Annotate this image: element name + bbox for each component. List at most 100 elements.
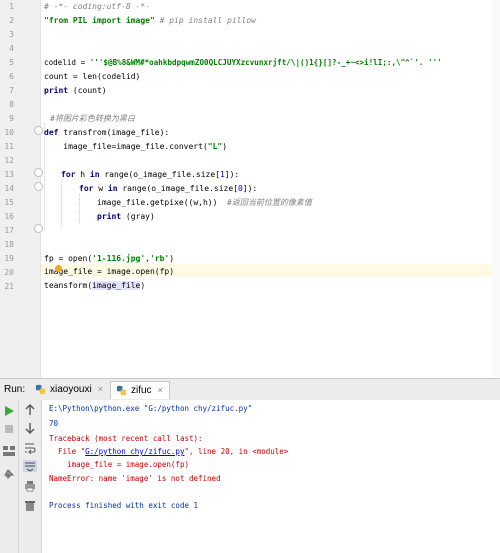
layout-icon[interactable] <box>3 446 15 456</box>
code-text: count = len(codelid) <box>44 72 141 81</box>
line-number: 1 <box>9 2 14 11</box>
lightbulb-icon[interactable] <box>55 265 62 272</box>
line-number: 15 <box>4 198 14 207</box>
exit-status: Process finished with exit code 1 <box>49 501 199 510</box>
line-number: 14 <box>4 184 14 193</box>
comment: # -*- coding:utf-8 -*- <box>44 2 150 11</box>
line-number: 13 <box>4 170 14 179</box>
code-line-11[interactable]: image_file=image_file.convert("L") <box>44 141 227 153</box>
code-text: image_file = image.open(fp) <box>44 267 175 276</box>
line-number: 2 <box>9 16 14 25</box>
indent-guide <box>61 180 62 225</box>
line-number: 11 <box>4 142 14 151</box>
code-line-19[interactable]: fp = open('1-116.jpg','rb') <box>44 253 174 265</box>
code-text: image_file.getpixe((w,h)) <box>97 198 228 207</box>
code-text: codelid = <box>44 58 90 67</box>
line-number: 10 <box>4 128 14 137</box>
selected-identifier: image_file <box>92 281 141 290</box>
run-label: Run: <box>4 384 26 395</box>
comment: #返回当前位置的像素值 <box>227 198 312 207</box>
tab-zifuc[interactable]: zifuc × <box>110 381 170 399</box>
traceback-code: image_file = image.open(fp) <box>49 460 189 469</box>
code-line-16[interactable]: print (gray) <box>97 211 155 223</box>
python-icon <box>116 385 127 396</box>
python-icon <box>35 384 46 395</box>
code-line-6[interactable]: count = len(codelid) <box>44 71 140 83</box>
code-text: fp = open( <box>44 254 93 263</box>
code-line-2[interactable]: "from PIL import image" # pip install pi… <box>44 15 256 27</box>
code-text: ]): <box>224 170 240 179</box>
code-text: teansform( <box>44 281 93 290</box>
tab-label: xiaoyouxi <box>50 384 92 395</box>
line-number: 18 <box>4 240 14 249</box>
keyword: print <box>44 86 69 95</box>
string-literal: "from PIL import image" <box>44 16 155 25</box>
line-number: 3 <box>9 30 14 39</box>
traceback-text: ", line 20, in <module> <box>184 447 289 456</box>
keyword: def <box>44 128 59 137</box>
editor-scrollbar[interactable] <box>492 0 500 378</box>
code-text: w <box>93 184 108 193</box>
file-link[interactable]: G:/python chy/zifuc.py <box>85 447 184 456</box>
code-line-21[interactable]: teansform(image_file) <box>44 280 145 292</box>
code-line-20[interactable]: image_file = image.open(fp) <box>44 266 174 278</box>
code-line-9[interactable]: #将图片彩色转换为黑白 <box>50 113 135 125</box>
console-output: 70 <box>49 419 59 428</box>
tab-label: zifuc <box>131 385 152 396</box>
run-tool-header: Run: xiaoyouxi × zifuc × <box>0 378 500 402</box>
line-number: 9 <box>9 114 14 123</box>
rerun-icon[interactable] <box>4 406 14 416</box>
code-line-7[interactable]: print (count) <box>44 85 107 97</box>
code-text: h <box>75 170 90 179</box>
indent-guide <box>79 194 80 224</box>
line-number: 19 <box>4 254 14 263</box>
code-text: (gray) <box>121 212 155 221</box>
code-text: ) <box>169 254 175 263</box>
arrow-down-icon[interactable] <box>24 422 36 434</box>
code-text: image_file=image_file.convert( <box>44 142 208 151</box>
code-text: range(o_image_file.size[ <box>117 184 238 193</box>
line-number: 7 <box>9 86 14 95</box>
trash-icon[interactable] <box>24 500 36 512</box>
line-number: 20 <box>4 268 14 277</box>
keyword: for <box>61 170 76 179</box>
tab-xiaoyouxi[interactable]: xiaoyouxi × <box>30 381 109 399</box>
code-text: transfrom(image_file): <box>58 128 170 137</box>
close-icon[interactable]: × <box>98 384 103 394</box>
code-line-10[interactable]: def transfrom(image_file): <box>44 127 169 139</box>
pin-icon[interactable] <box>3 468 15 480</box>
line-number: 16 <box>4 212 14 221</box>
line-number: 8 <box>9 100 14 109</box>
code-line-15[interactable]: image_file.getpixe((w,h)) #返回当前位置的像素值 <box>97 197 312 209</box>
fold-marker[interactable] <box>34 126 43 135</box>
fold-marker[interactable] <box>34 182 43 191</box>
code-text: range(o_image_file.size[ <box>99 170 220 179</box>
traceback-text: File " <box>49 447 86 456</box>
string-literal: "L" <box>207 142 223 151</box>
code-line-5[interactable]: codelid = '''$@B%8&WM#*oahkbdpqwmZO0QLCJ… <box>44 57 442 69</box>
scroll-to-end-icon[interactable] <box>23 460 37 472</box>
line-number: 12 <box>4 156 14 165</box>
comment: # pip install pillow <box>154 16 256 25</box>
fold-marker[interactable] <box>34 168 43 177</box>
keyword: for <box>79 184 94 193</box>
arrow-up-icon[interactable] <box>24 404 36 416</box>
run-console[interactable]: E:\Python\python.exe "G:/python chy/zifu… <box>42 400 500 553</box>
comment: #将图片彩色转换为黑白 <box>50 114 135 123</box>
error-message: NameError: name 'image' is not defined <box>49 474 221 483</box>
code-line-14[interactable]: for w in range(o_image_file.size[0]): <box>79 183 257 195</box>
code-line-1[interactable]: # -*- coding:utf-8 -*- <box>44 1 150 13</box>
print-icon[interactable] <box>24 480 36 492</box>
keyword: print <box>97 212 122 221</box>
code-line-13[interactable]: for h in range(o_image_file.size[1]): <box>61 169 239 181</box>
stop-icon[interactable] <box>4 424 14 434</box>
line-number: 6 <box>9 72 14 81</box>
fold-marker[interactable] <box>34 224 43 233</box>
indent-guide <box>44 123 45 231</box>
close-icon[interactable]: × <box>158 385 163 395</box>
soft-wrap-icon[interactable] <box>24 442 36 454</box>
code-editor[interactable]: 1 2 3 4 5 6 7 8 9 10 11 12 13 14 15 16 17 18 19 20 21 # -*- … <box>0 0 500 378</box>
string-literal: 'rb' <box>149 254 170 263</box>
run-toolbar-primary <box>0 400 19 553</box>
string-literal: '1-116.jpg' <box>92 254 146 263</box>
